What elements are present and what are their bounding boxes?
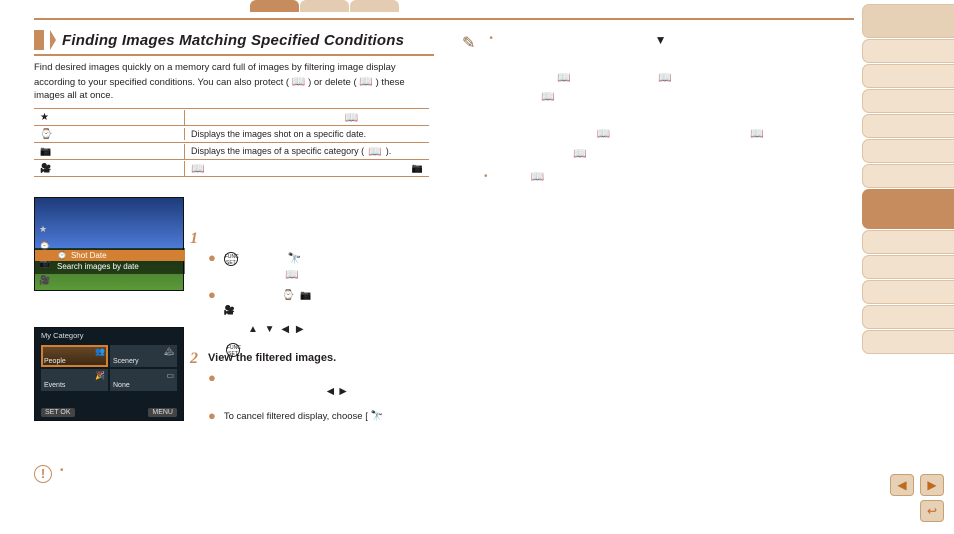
clock-icon: ⌚ [57,251,67,260]
book-icon[interactable]: 📖 [573,148,587,160]
people-icon: 👥 [95,347,105,356]
clock-icon: ⌚ [282,290,294,301]
page-nav: ◀ ▶ ↩ [890,474,944,522]
thumb2-header: My Category [35,328,183,343]
table-row: Displays the images of a specific catego… [34,143,429,160]
events-icon: 🎉 [95,371,105,380]
page-title-wrap: Finding Images Matching Specified Condit… [34,30,434,56]
binoculars-off-icon: 🔭 [370,411,382,422]
movie-icon [40,163,51,174]
funcset-icon: FUNCSET [224,252,238,266]
binoculars-icon: 🔭 [288,253,302,265]
movie-icon: 🎥 [39,275,50,286]
category-cell: 🎉Events [41,369,108,391]
sidebar-item[interactable] [862,139,954,163]
prev-page-button[interactable]: ◀ [890,474,914,496]
bullet-icon: ● [208,371,216,400]
book-icon[interactable]: 📖 [285,269,299,281]
movie-icon [224,305,235,316]
step-2: 2 View the filtered images. ● ◀ ▶ ● To c… [190,350,450,428]
sidebar-item[interactable] [862,89,954,113]
sidebar-item[interactable] [862,39,954,63]
book-icon[interactable]: 📖 [191,162,205,175]
exclamation-icon: ! [34,465,52,483]
category-cell: 🏔Scenery [110,345,177,367]
pencil-icon: ✎ [462,30,475,165]
sidebar-item[interactable] [862,255,954,279]
thumb1-row1: Shot Date [71,251,107,260]
step-2-number: 2 [190,350,198,428]
step-1-number: 1 [190,230,198,358]
step-1-line1: FUNCSET 🔭 📖 [224,251,302,284]
bullet-icon: • [60,465,64,476]
bullet-icon: ● [208,288,216,318]
camera-icon [300,290,311,301]
category-cell: ▭None [110,369,177,391]
note-line-2: 📖 [494,168,545,188]
book-icon[interactable]: 📖 [541,91,555,103]
book-icon[interactable]: 📖 [530,171,544,183]
next-page-button[interactable]: ▶ [920,474,944,496]
none-icon: ▭ [166,371,174,380]
sidebar-item[interactable] [862,280,954,304]
title-flag2-icon [50,30,56,50]
chevron-down-icon: ▼ [655,33,667,47]
clock-icon: ⌚ [40,129,52,140]
book-icon[interactable]: 📖 [368,145,382,158]
warning-note: ! • [34,465,64,483]
bullet-icon: ● [208,251,216,284]
sidebar-item[interactable] [862,164,954,188]
intro-b: ) or delete ( [308,77,357,88]
cond-desc: Displays the images shot on a specific d… [191,129,366,139]
sidebar-item[interactable] [862,64,954,88]
book-icon[interactable]: 📖 [750,128,764,140]
intro-text: Find desired images quickly on a memory … [34,62,424,102]
bullet-icon: • [484,168,488,188]
star-icon: ★ [40,112,49,123]
table-row: ★Favorites Displays images tagged as fav… [34,109,429,126]
step-2-line2: To cancel filtered display, choose [ 🔭 ]… [224,409,430,424]
screenshot-shot-date: ★ ⌚ 📷 🎥 ⌚Shot Date Search images by date [34,197,184,291]
thumb1-row2: Search images by date [57,262,139,271]
sidebar-item[interactable] [862,230,954,254]
back-button[interactable]: ↩ [920,500,944,522]
memo-note: ✎ • ▼ 📖 📖 📖 [462,30,852,191]
step-1: 1 . ● FUNCSET 🔭 📖 ● [190,230,440,358]
category-cell: 👥People [41,345,108,367]
camera-icon [412,163,423,174]
book-icon[interactable]: 📖 [658,72,672,84]
book-icon[interactable]: 📖 [345,111,359,124]
sidebar-item-active[interactable] [862,189,954,229]
page-title: Finding Images Matching Specified Condit… [62,32,404,49]
set-ok-button: SET OK [41,408,75,417]
book-icon[interactable]: 📖 [597,128,611,140]
step-1-line2: ⌚ [224,288,312,318]
star-icon: ★ [39,224,50,235]
scenery-icon: 🏔 [164,347,174,356]
title-flag-icon [34,30,44,50]
screenshot-category: My Category 👥People 🏔Scenery 🎉Events ▭No… [34,327,184,421]
book-icon[interactable]: 📖 [292,76,306,88]
step-2-title: View the filtered images. [208,350,429,367]
sidebar-item[interactable] [862,114,954,138]
table-row: ⌚ Displays the images shot on a specific… [34,126,429,143]
sidebar-item[interactable] [862,4,954,38]
sidebar-item[interactable] [862,330,954,354]
book-icon[interactable]: 📖 [359,76,373,88]
bullet-icon: • [489,30,493,165]
book-icon[interactable]: 📖 [557,72,571,84]
bullet-icon: ● [208,409,216,424]
table-row: 📖 [34,160,429,177]
conditions-table: ★Favorites Displays images tagged as fav… [34,108,429,177]
menu-button: MENU [148,408,177,417]
sidebar [862,4,954,354]
sidebar-item[interactable] [862,305,954,329]
arrow-buttons: ▲ ▼ ◀ ▶ [248,322,311,337]
camera-icon [40,146,51,157]
step-2-line1: ◀ ▶ [224,371,347,400]
cond-desc: Displays the images of a specific catego… [191,146,364,156]
note-line-1: ▼ 📖 📖 📖 📖 📖 [499,30,764,165]
